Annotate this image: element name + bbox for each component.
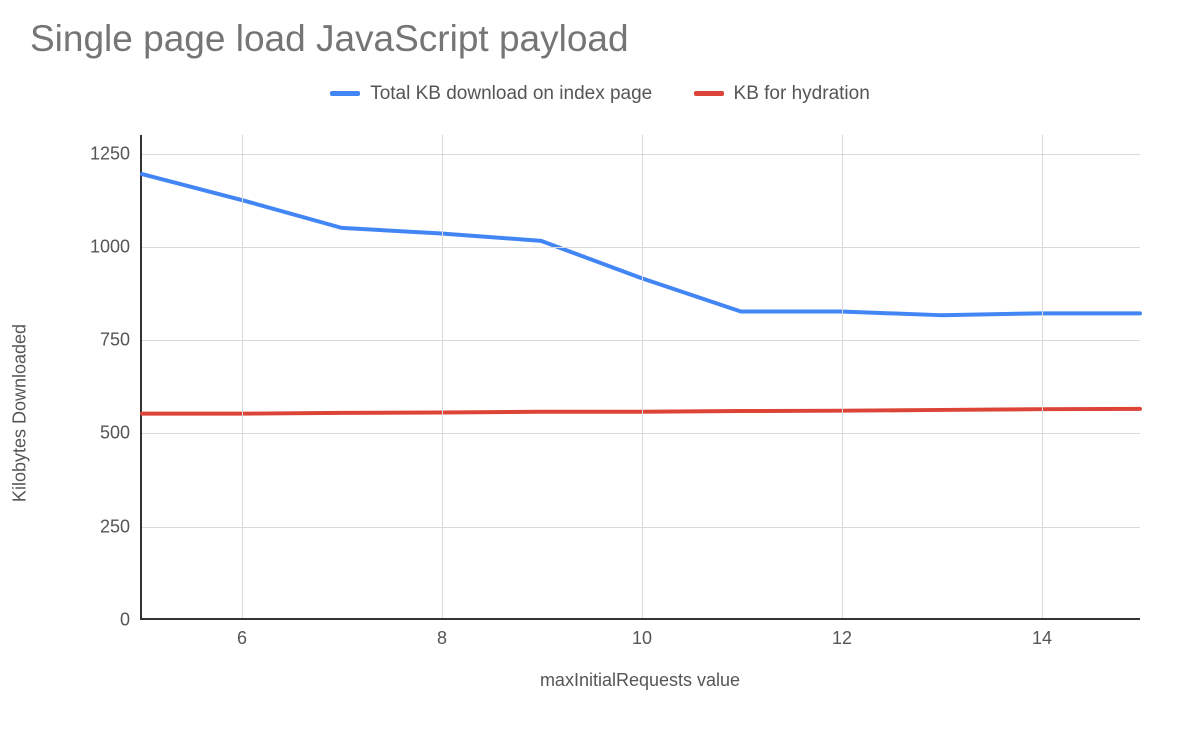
y-tick-label: 1000 [90,236,130,257]
y-tick-label: 750 [100,330,130,351]
y-tick-label: 500 [100,423,130,444]
chart-lines [142,135,1140,618]
y-tick-label: 250 [100,516,130,537]
gridline-v [642,135,643,618]
y-tick-label: 1250 [90,143,130,164]
legend-label: Total KB download on index page [370,83,652,105]
x-tick-label: 10 [632,628,652,649]
gridline-h [142,527,1140,528]
gridline-h [142,247,1140,248]
x-tick-label: 6 [237,628,247,649]
x-tick-label: 8 [437,628,447,649]
gridline-v [442,135,443,618]
x-axis-label: maxInitialRequests value [140,670,1140,691]
plot-area: 02505007501000125068101214 [140,135,1140,620]
gridline-h [142,433,1140,434]
legend-item-total: Total KB download on index page [330,83,652,105]
gridline-h [142,154,1140,155]
gridline-v [842,135,843,618]
y-tick-label: 0 [120,610,130,631]
legend-swatch-hydration [694,91,724,96]
x-tick-label: 14 [1032,628,1052,649]
gridline-v [1042,135,1043,618]
legend-label: KB for hydration [734,83,870,105]
series-line [142,409,1140,414]
gridline-h [142,340,1140,341]
x-tick-label: 12 [832,628,852,649]
legend-item-hydration: KB for hydration [694,83,870,105]
gridline-v [242,135,243,618]
chart-title: Single page load JavaScript payload [30,18,629,60]
legend: Total KB download on index page KB for h… [0,80,1200,105]
series-line [142,174,1140,315]
legend-swatch-total [330,91,360,96]
plot-outer: Kilobytes Downloaded 0250500750100012506… [60,135,1170,690]
y-axis-label: Kilobytes Downloaded [10,323,31,501]
